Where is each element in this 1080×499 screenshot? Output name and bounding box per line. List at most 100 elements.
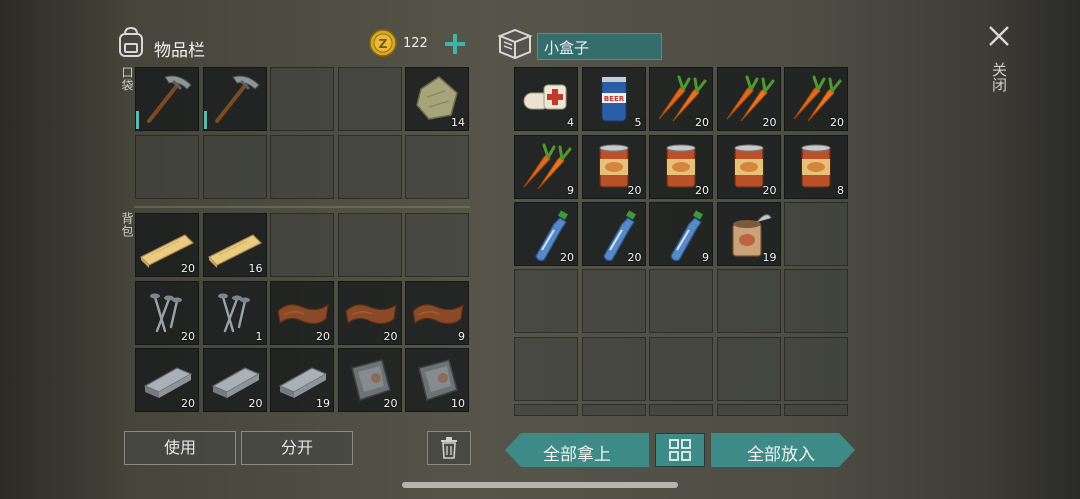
- item-count: 20: [181, 329, 195, 343]
- home-indicator: [402, 482, 678, 488]
- take-all-label: 全部拿上: [543, 445, 611, 465]
- item-count: 20: [627, 251, 642, 264]
- add-coins-button[interactable]: [443, 32, 467, 56]
- container-slot[interactable]: 20: [649, 134, 713, 199]
- item-count: 8: [837, 183, 844, 197]
- container-slot[interactable]: [514, 269, 578, 333]
- coin-count: 122: [403, 36, 428, 51]
- use-button[interactable]: 使用: [124, 431, 236, 465]
- container-slot[interactable]: 20: [716, 67, 781, 131]
- backpack-slot[interactable]: 10: [405, 348, 469, 412]
- item-count: 20: [627, 183, 642, 197]
- container-slot[interactable]: 9: [649, 202, 713, 266]
- container-slot[interactable]: [514, 336, 578, 401]
- item-count: 20: [560, 251, 574, 264]
- item-count: 20: [830, 116, 844, 129]
- container-slot[interactable]: 20: [784, 67, 848, 131]
- close-label: 关闭: [990, 62, 1008, 92]
- container-slot[interactable]: 8: [784, 134, 848, 199]
- container-slot[interactable]: 20: [649, 67, 713, 131]
- container-slot[interactable]: [581, 404, 646, 416]
- grid-icon: [669, 439, 691, 461]
- container-slot[interactable]: [581, 269, 646, 333]
- container-slot[interactable]: [649, 404, 713, 416]
- pocket-slot[interactable]: [337, 67, 402, 131]
- item-count: 16: [248, 262, 263, 275]
- container-name: 小盒子: [544, 39, 590, 57]
- backpack-label: 背包: [120, 212, 134, 238]
- pocket-slot[interactable]: [202, 67, 267, 131]
- close-button[interactable]: 关闭: [984, 24, 1014, 104]
- container-slot[interactable]: [716, 336, 781, 401]
- container-slot[interactable]: 19: [716, 202, 781, 266]
- backpack-slot[interactable]: 20: [135, 280, 199, 345]
- item-count: 9: [567, 183, 574, 197]
- container-slot[interactable]: 20: [581, 134, 646, 199]
- pocket-slot[interactable]: [337, 134, 402, 199]
- container-slot[interactable]: 4: [514, 67, 578, 131]
- container-slot[interactable]: [716, 404, 781, 416]
- pocket-label: 口袋: [120, 66, 134, 92]
- backpack-icon: [116, 26, 146, 58]
- section-divider: [134, 206, 470, 208]
- backpack-slot[interactable]: 9: [405, 280, 469, 345]
- item-count: 19: [762, 251, 777, 264]
- pocket-slot[interactable]: [202, 134, 267, 199]
- backpack-slot[interactable]: 20: [135, 348, 199, 412]
- backpack-slot[interactable]: 1: [202, 280, 267, 345]
- item-count: 10: [451, 397, 465, 410]
- close-icon: [989, 26, 1009, 46]
- container-slot[interactable]: [716, 269, 781, 333]
- item-count: 20: [316, 329, 330, 343]
- item-count: 9: [458, 329, 465, 343]
- backpack-slot[interactable]: [405, 213, 469, 277]
- container-name-field[interactable]: 小盒子: [537, 33, 662, 60]
- container-slot[interactable]: [784, 269, 848, 333]
- pocket-slot[interactable]: 14: [405, 67, 469, 131]
- container-slot[interactable]: 20: [716, 134, 781, 199]
- trash-button[interactable]: [427, 431, 471, 465]
- container-slot[interactable]: [581, 336, 646, 401]
- item-count: 20: [762, 183, 777, 197]
- put-all-label: 全部放入: [747, 445, 815, 465]
- backpack-slot[interactable]: 20: [337, 348, 402, 412]
- pocket-slot[interactable]: [405, 134, 469, 199]
- backpack-slot[interactable]: [270, 213, 334, 277]
- backpack-slot[interactable]: 20: [202, 348, 267, 412]
- backpack-slot[interactable]: [337, 213, 402, 277]
- container-slot[interactable]: 9: [514, 134, 578, 199]
- take-all-button[interactable]: 全部拿上: [505, 433, 649, 467]
- backpack-slot[interactable]: 20: [135, 213, 199, 277]
- durability-bar: [203, 111, 207, 129]
- pocket-slot[interactable]: [270, 134, 334, 199]
- item-count: 20: [383, 329, 398, 343]
- container-slot[interactable]: 20: [514, 202, 578, 266]
- backpack-slot[interactable]: 19: [270, 348, 334, 412]
- container-slot[interactable]: [649, 336, 713, 401]
- container-slot[interactable]: [784, 202, 848, 266]
- item-count: 9: [702, 251, 709, 264]
- container-slot[interactable]: [784, 336, 848, 401]
- item-count: 20: [762, 116, 777, 129]
- item-count: 5: [634, 116, 642, 129]
- container-slot[interactable]: [784, 404, 848, 416]
- sort-button[interactable]: [655, 433, 705, 467]
- item-count: 4: [567, 116, 574, 129]
- pocket-slot[interactable]: [270, 67, 334, 131]
- item-count: 20: [181, 397, 195, 410]
- durability-bar: [136, 111, 139, 129]
- pocket-slot[interactable]: [135, 67, 199, 131]
- svg-text:BEER: BEER: [603, 95, 624, 103]
- container-slot[interactable]: [514, 404, 578, 416]
- backpack-slot[interactable]: 20: [270, 280, 334, 345]
- pocket-slot[interactable]: [135, 134, 199, 199]
- container-slot[interactable]: 20: [581, 202, 646, 266]
- backpack-slot[interactable]: 20: [337, 280, 402, 345]
- container-slot[interactable]: [649, 269, 713, 333]
- item-count: 14: [451, 116, 465, 129]
- coin-icon: Z: [369, 29, 397, 57]
- split-button[interactable]: 分开: [241, 431, 353, 465]
- put-all-button[interactable]: 全部放入: [711, 433, 855, 467]
- backpack-slot[interactable]: 16: [202, 213, 267, 277]
- container-slot[interactable]: BEER 5: [581, 67, 646, 131]
